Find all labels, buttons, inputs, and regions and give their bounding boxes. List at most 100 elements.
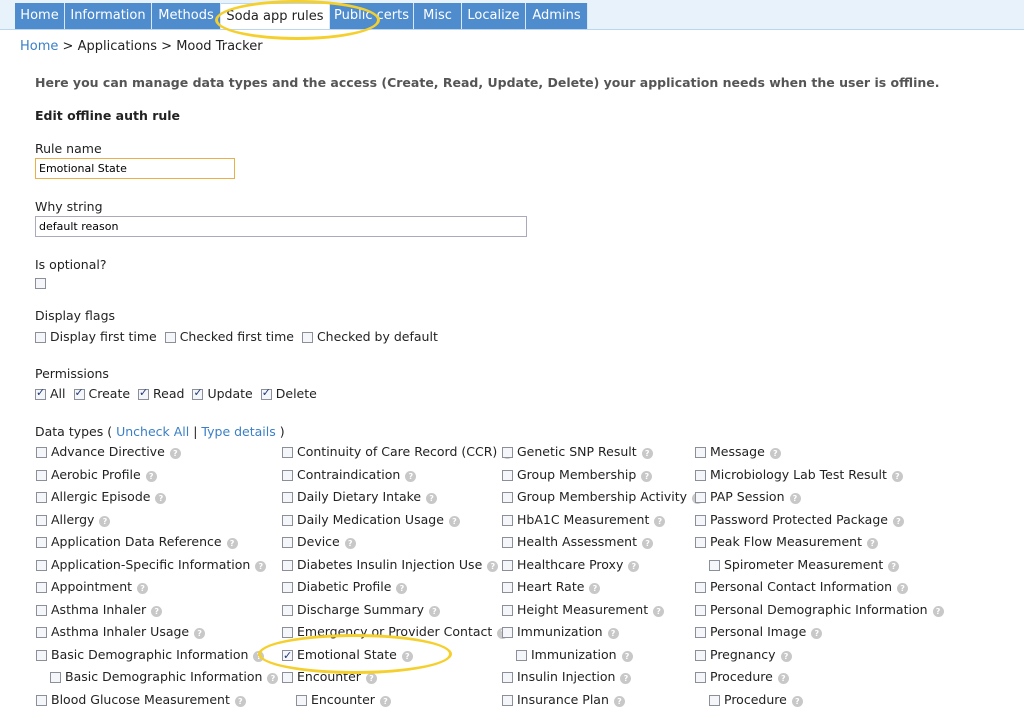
data-type-application-data-reference[interactable]: Application Data Reference? <box>36 533 238 551</box>
help-icon[interactable]: ? <box>932 605 944 617</box>
uncheck-all-link[interactable]: Uncheck All <box>116 424 189 439</box>
checkbox[interactable] <box>35 386 46 400</box>
help-icon[interactable]: ? <box>654 515 666 527</box>
nav-tab-localize[interactable]: Localize <box>462 3 526 29</box>
help-icon[interactable]: ? <box>641 448 653 459</box>
checkbox[interactable] <box>282 582 293 593</box>
checkbox[interactable] <box>502 604 513 616</box>
checkbox[interactable] <box>709 559 720 571</box>
data-type-daily-dietary-intake[interactable]: Daily Dietary Intake? <box>282 488 438 506</box>
data-type-genetic-snp-result[interactable]: Genetic SNP Result? <box>502 443 653 461</box>
data-type-continuity-of-care-record-ccr[interactable]: Continuity of Care Record (CCR)? <box>282 443 514 461</box>
checkbox[interactable] <box>36 559 47 571</box>
permission-all[interactable]: All <box>35 386 66 401</box>
is-optional-checkbox[interactable] <box>35 275 50 290</box>
checkbox[interactable] <box>282 647 293 665</box>
help-icon[interactable]: ? <box>769 448 781 459</box>
data-type-immunization[interactable]: Immunization? <box>516 646 633 664</box>
help-icon[interactable]: ? <box>613 695 625 707</box>
checkbox[interactable] <box>36 447 47 458</box>
checkbox[interactable] <box>282 469 293 481</box>
data-type-basic-demographic-information[interactable]: Basic Demographic Information? <box>36 646 265 664</box>
help-icon[interactable]: ? <box>448 515 460 527</box>
data-type-insurance-plan[interactable]: Insurance Plan? <box>502 691 625 709</box>
help-icon[interactable]: ? <box>145 470 157 482</box>
help-icon[interactable]: ? <box>620 673 632 684</box>
data-type-appointment[interactable]: Appointment? <box>36 578 149 596</box>
checkbox[interactable] <box>36 627 47 638</box>
checkbox[interactable] <box>502 582 513 593</box>
checkbox[interactable] <box>502 492 513 503</box>
nav-tab-misc[interactable]: Misc <box>414 3 462 29</box>
checkbox[interactable] <box>73 386 85 400</box>
help-icon[interactable]: ? <box>621 650 633 662</box>
data-type-height-measurement[interactable]: Height Measurement? <box>502 601 665 619</box>
data-type-emergency-or-provider-contact[interactable]: Emergency or Provider Contact? <box>282 623 509 641</box>
checkbox[interactable] <box>282 514 293 526</box>
data-type-asthma-inhaler-usage[interactable]: Asthma Inhaler Usage? <box>36 623 206 641</box>
data-type-diabetic-profile[interactable]: Diabetic Profile? <box>282 578 408 596</box>
help-icon[interactable]: ? <box>487 560 499 572</box>
help-icon[interactable]: ? <box>155 493 167 504</box>
checkbox[interactable] <box>282 559 293 571</box>
checkbox[interactable] <box>36 582 47 593</box>
data-type-insulin-injection[interactable]: Insulin Injection? <box>502 668 632 686</box>
data-type-password-protected-package[interactable]: Password Protected Package? <box>695 511 904 529</box>
data-type-contraindication[interactable]: Contraindication? <box>282 466 417 484</box>
nav-tab-information[interactable]: Information <box>65 3 152 29</box>
data-type-personal-image[interactable]: Personal Image? <box>695 623 823 641</box>
data-type-peak-flow-measurement[interactable]: Peak Flow Measurement? <box>695 533 878 551</box>
data-type-message[interactable]: Message? <box>695 443 781 461</box>
checkbox[interactable] <box>36 649 47 661</box>
checkbox[interactable] <box>164 332 176 343</box>
type-details-link[interactable]: Type details <box>201 424 275 439</box>
checkbox[interactable] <box>36 514 47 526</box>
help-icon[interactable]: ? <box>589 583 601 594</box>
data-type-encounter[interactable]: Encounter? <box>282 668 377 686</box>
checkbox[interactable] <box>695 514 706 526</box>
checkbox[interactable] <box>516 649 527 661</box>
help-icon[interactable]: ? <box>344 538 356 549</box>
checkbox[interactable] <box>282 672 293 683</box>
checkbox[interactable] <box>36 604 47 616</box>
rule-name-input[interactable] <box>35 158 235 179</box>
help-icon[interactable]: ? <box>653 605 665 617</box>
checkbox[interactable] <box>282 492 293 503</box>
help-icon[interactable]: ? <box>811 628 823 639</box>
checkbox[interactable] <box>709 694 720 706</box>
display-flag-display-first-time[interactable]: Display first time <box>35 329 157 344</box>
data-type-daily-medication-usage[interactable]: Daily Medication Usage? <box>282 511 460 529</box>
checkbox[interactable] <box>282 447 293 458</box>
data-type-advance-directive[interactable]: Advance Directive? <box>36 443 181 461</box>
data-type-personal-contact-information[interactable]: Personal Contact Information? <box>695 578 909 596</box>
data-type-procedure[interactable]: Procedure? <box>695 668 789 686</box>
checkbox[interactable] <box>282 627 293 638</box>
help-icon[interactable]: ? <box>897 583 909 594</box>
help-icon[interactable]: ? <box>151 605 163 617</box>
data-type-immunization[interactable]: Immunization? <box>502 623 619 641</box>
data-type-group-membership-activity[interactable]: Group Membership Activity? <box>502 488 704 506</box>
help-icon[interactable]: ? <box>426 493 438 504</box>
nav-tab-admins[interactable]: Admins <box>526 3 588 29</box>
help-icon[interactable]: ? <box>607 628 619 639</box>
help-icon[interactable]: ? <box>234 695 246 707</box>
checkbox[interactable] <box>695 627 706 638</box>
checkbox[interactable] <box>36 492 47 503</box>
help-icon[interactable]: ? <box>892 515 904 527</box>
checkbox[interactable] <box>36 469 47 481</box>
data-type-discharge-summary[interactable]: Discharge Summary? <box>282 601 440 619</box>
data-type-encounter[interactable]: Encounter? <box>296 691 391 709</box>
help-icon[interactable]: ? <box>789 493 801 504</box>
checkbox[interactable] <box>502 672 513 683</box>
checkbox[interactable] <box>695 492 706 503</box>
help-icon[interactable]: ? <box>642 538 654 549</box>
data-type-allergic-episode[interactable]: Allergic Episode? <box>36 488 167 506</box>
checkbox[interactable] <box>192 386 204 400</box>
why-string-input[interactable] <box>35 216 527 237</box>
nav-tab-methods[interactable]: Methods <box>152 3 221 29</box>
checkbox[interactable] <box>35 332 46 343</box>
data-type-pregnancy[interactable]: Pregnancy? <box>695 646 792 664</box>
help-icon[interactable]: ? <box>379 695 391 707</box>
checkbox[interactable] <box>502 447 513 458</box>
data-type-application-specific-information[interactable]: Application-Specific Information? <box>36 556 267 574</box>
